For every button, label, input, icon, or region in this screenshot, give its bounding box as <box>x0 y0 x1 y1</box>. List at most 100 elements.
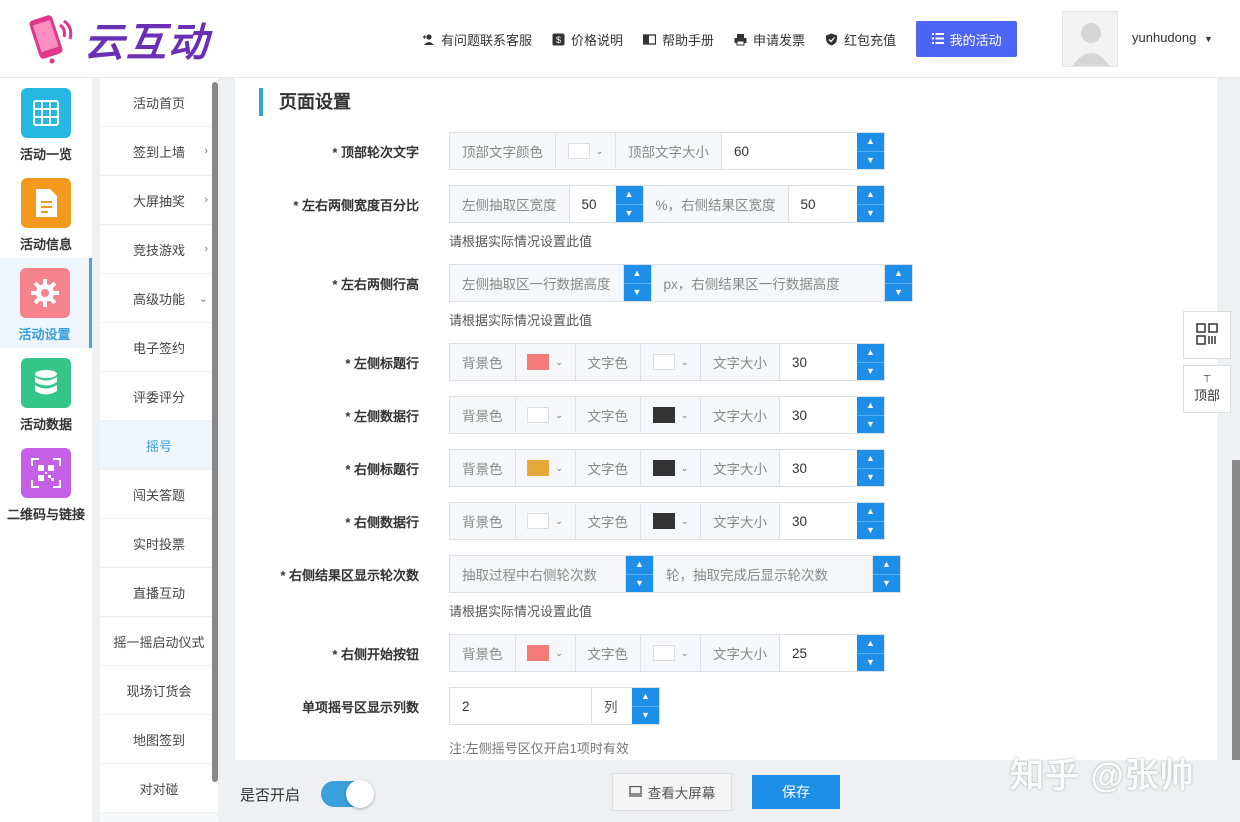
chevron-up-icon[interactable]: ▲ <box>626 556 653 575</box>
user-menu[interactable]: yunhudong ▼ <box>1132 30 1213 45</box>
left-data-bg-color-picker[interactable]: ⌄ <box>515 397 576 433</box>
left-data-size-stepper[interactable]: ▲ ▼ <box>857 397 884 433</box>
chevron-down-icon[interactable]: ▼ <box>857 363 884 381</box>
chevron-down-icon[interactable]: ▼ <box>857 416 884 434</box>
top-text-size-stepper[interactable]: ▲ ▼ <box>857 133 884 169</box>
submenu-item-order-fair[interactable]: 现场订货会 <box>100 666 218 715</box>
chevron-up-icon[interactable]: ▲ <box>632 688 659 707</box>
logo[interactable]: 云互动 <box>22 10 210 68</box>
right-area-width-input[interactable]: 50 <box>789 186 857 222</box>
right-data-size-stepper[interactable]: ▲ ▼ <box>857 503 884 539</box>
left-title-size-input[interactable]: 30 <box>780 344 857 380</box>
addon-label: 文字大小 <box>701 344 780 380</box>
start-button-text-color-picker[interactable]: ⌄ <box>641 635 701 671</box>
chevron-up-icon[interactable]: ▲ <box>857 635 884 654</box>
float-qrcode-button[interactable] <box>1183 311 1231 359</box>
chevron-up-icon[interactable]: ▲ <box>857 186 884 205</box>
my-activity-button[interactable]: 我的活动 <box>916 21 1018 57</box>
chevron-down-icon[interactable]: ▼ <box>857 469 884 487</box>
nav-help-manual[interactable]: 帮助手册 <box>642 30 714 49</box>
submenu-scrollbar[interactable] <box>212 82 218 782</box>
top-text-size-input[interactable]: 60 <box>722 133 857 169</box>
chevron-down-icon[interactable]: ▼ <box>857 522 884 540</box>
left-title-bg-color-picker[interactable]: ⌄ <box>515 344 576 380</box>
process-rounds-stepper[interactable]: ▲ ▼ <box>626 556 653 592</box>
chevron-up-icon[interactable]: ▲ <box>623 265 651 284</box>
columns-stepper[interactable]: ▲ ▼ <box>632 688 659 724</box>
submenu-item-big-screen-lottery[interactable]: 大屏抽奖 › <box>100 176 218 225</box>
chevron-down-icon[interactable]: ▼ <box>857 654 884 672</box>
chevron-up-icon[interactable]: ▲ <box>857 344 884 363</box>
right-area-width-stepper[interactable]: ▲ ▼ <box>857 186 884 222</box>
left-title-size-stepper[interactable]: ▲ ▼ <box>857 344 884 380</box>
submenu-item-judge-scoring[interactable]: 评委评分 <box>100 372 218 421</box>
submenu-item-advanced-features[interactable]: 高级功能 ⌄ <box>100 274 218 323</box>
save-button[interactable]: 保存 <box>752 775 840 809</box>
sidebar-item-activity-overview[interactable]: 活动一览 <box>0 78 92 168</box>
sidebar-item-activity-data[interactable]: 活动数据 <box>0 348 92 438</box>
chevron-up-icon[interactable]: ▲ <box>857 133 884 152</box>
add-user-icon <box>422 33 435 46</box>
top-text-color-picker[interactable]: ⌄ <box>556 133 616 169</box>
enable-toggle[interactable] <box>321 780 374 808</box>
chevron-up-icon[interactable]: ▲ <box>873 556 900 575</box>
right-row-height-stepper[interactable]: ▲ ▼ <box>885 265 912 301</box>
submenu-item-quiz[interactable]: 闯关答题 <box>100 470 218 519</box>
right-title-bg-color-picker[interactable]: ⌄ <box>515 450 576 486</box>
submenu-item-shake-ceremony[interactable]: 摇一摇启动仪式 <box>100 617 218 666</box>
start-button-size-input[interactable]: 25 <box>780 635 857 671</box>
left-title-text-color-picker[interactable]: ⌄ <box>641 344 701 380</box>
nav-invoice[interactable]: 申请发票 <box>734 30 805 49</box>
submenu-item-competitive-games[interactable]: 竞技游戏 › <box>100 225 218 274</box>
avatar[interactable] <box>1062 11 1118 67</box>
left-data-size-input[interactable]: 30 <box>780 397 857 433</box>
database-icon <box>21 358 71 408</box>
submenu-item-match-pair[interactable]: 对对碰 <box>100 764 218 813</box>
chevron-down-icon[interactable]: ▼ <box>624 284 651 302</box>
submenu-item-map-checkin[interactable]: 地图签到 <box>100 715 218 764</box>
submenu-item-checkin-wall[interactable]: 签到上墙 › <box>100 127 218 176</box>
chevron-down-icon[interactable]: ▼ <box>616 205 643 223</box>
final-rounds-stepper[interactable]: ▲ ▼ <box>873 556 900 592</box>
submenu-label: 电子签约 <box>132 340 185 356</box>
chevron-up-icon[interactable]: ▲ <box>885 265 912 284</box>
chevron-down-icon[interactable]: ▼ <box>632 707 659 725</box>
sidebar-item-activity-settings[interactable]: 活动设置 <box>0 258 92 348</box>
left-data-text-color-picker[interactable]: ⌄ <box>641 397 701 433</box>
submenu-item-lottery-draw[interactable]: 摇号 <box>100 421 218 470</box>
chevron-up-icon[interactable]: ▲ <box>857 450 884 469</box>
right-title-size-input[interactable]: 30 <box>780 450 857 486</box>
right-title-text-color-picker[interactable]: ⌄ <box>641 450 701 486</box>
chevron-up-icon[interactable]: ▲ <box>857 503 884 522</box>
chevron-up-icon[interactable]: ▲ <box>857 397 884 416</box>
sidebar-item-activity-info[interactable]: 活动信息 <box>0 168 92 258</box>
submenu-item-activity-home[interactable]: 活动首页 <box>100 78 218 127</box>
right-data-bg-color-picker[interactable]: ⌄ <box>515 503 576 539</box>
chevron-down-icon[interactable]: ▼ <box>857 152 884 170</box>
submenu-item-live-interaction[interactable]: 直播互动 <box>100 568 218 617</box>
submenu-item-live-vote[interactable]: 实时投票 <box>100 519 218 568</box>
chevron-down-icon[interactable]: ▼ <box>626 575 653 593</box>
addon-label: 文字大小 <box>701 397 780 433</box>
right-data-text-color-picker[interactable]: ⌄ <box>641 503 701 539</box>
sidebar-item-qrcode-links[interactable]: 二维码与链接 <box>0 438 92 528</box>
start-button-bg-color-picker[interactable]: ⌄ <box>515 635 576 671</box>
nav-pricing[interactable]: $ 价格说明 <box>552 30 623 49</box>
start-button-size-stepper[interactable]: ▲ ▼ <box>857 635 884 671</box>
nav-contact-support[interactable]: 有问题联系客服 <box>422 30 532 49</box>
view-big-screen-button[interactable]: 查看大屏幕 <box>612 773 732 811</box>
columns-input[interactable]: 2 <box>450 688 592 724</box>
left-area-width-input[interactable]: 50 <box>570 186 616 222</box>
nav-redpacket-recharge[interactable]: 红包充值 <box>825 30 896 49</box>
float-back-to-top-button[interactable]: ⊤ 顶部 <box>1183 365 1231 413</box>
left-row-height-stepper[interactable]: ▲ ▼ <box>623 265 651 302</box>
right-title-size-stepper[interactable]: ▲ ▼ <box>857 450 884 486</box>
page-scrollbar[interactable] <box>1232 460 1240 770</box>
chevron-down-icon[interactable]: ▼ <box>857 205 884 223</box>
chevron-down-icon[interactable]: ▼ <box>873 575 900 593</box>
right-data-size-input[interactable]: 30 <box>780 503 857 539</box>
left-area-width-stepper[interactable]: ▲ ▼ <box>615 186 643 223</box>
chevron-down-icon[interactable]: ▼ <box>885 284 912 302</box>
chevron-up-icon[interactable]: ▲ <box>615 186 643 205</box>
submenu-item-e-sign[interactable]: 电子签约 <box>100 323 218 372</box>
